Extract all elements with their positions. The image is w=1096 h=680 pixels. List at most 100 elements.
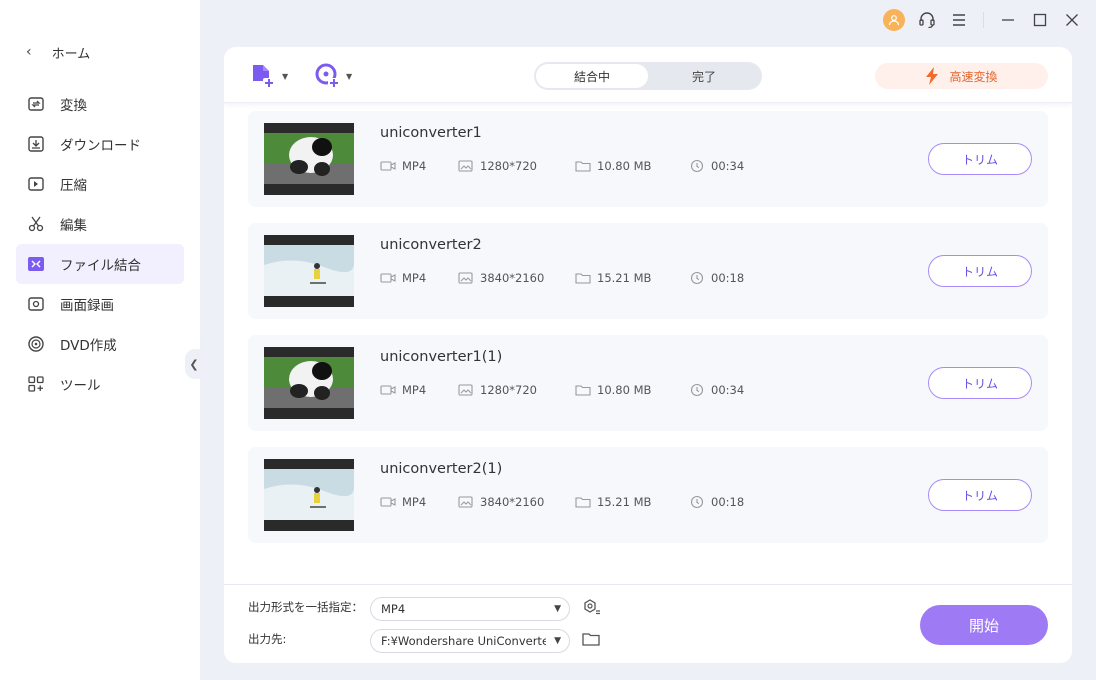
title-separator [983, 12, 984, 28]
video-icon [380, 273, 396, 283]
add-file-button[interactable]: ▼ [250, 63, 288, 89]
panda-thumbnail-image [264, 357, 354, 408]
sidebar-item-tools[interactable]: ツール [16, 364, 184, 404]
sidebar-item-label: ダウンロード [60, 138, 141, 154]
lightning-icon [926, 67, 939, 85]
video-icon [380, 385, 396, 395]
merge-icon [26, 254, 46, 274]
headset-icon[interactable] [917, 10, 937, 30]
sidebar-item-label: 編集 [60, 218, 87, 234]
sidebar: ‹ ホーム 変換 ダウンロード 圧縮 編集 ファイル結合 画面録画 DVD作成 … [0, 0, 200, 680]
start-button[interactable]: 開始 [920, 605, 1048, 645]
file-size: 10.80 MB [575, 383, 651, 397]
snow-thumbnail-image [264, 245, 354, 296]
snow-thumbnail-image [264, 469, 354, 520]
output-destination-select[interactable]: F:¥Wondershare UniConverter 1 ▼ [370, 629, 570, 653]
file-card: uniconverter2 MP4 3840*2160 15.21 MB 00:… [248, 223, 1048, 319]
video-icon [380, 161, 396, 171]
sidebar-item-dvd[interactable]: DVD作成 [16, 324, 184, 364]
output-destination-value: F:¥Wondershare UniConverter 1 [381, 634, 546, 648]
image-icon [458, 496, 473, 508]
chevron-down-icon: ▼ [282, 71, 289, 81]
footer: 出力形式を一括指定： MP4 ▼ 出力先: F:¥Wondershare Uni… [224, 584, 1072, 663]
file-size: 10.80 MB [575, 159, 651, 173]
tools-icon [26, 374, 46, 394]
add-disc-icon [315, 63, 340, 88]
convert-icon [26, 94, 46, 114]
trim-button[interactable]: トリム [928, 367, 1032, 399]
image-icon [458, 384, 473, 396]
clock-icon [690, 383, 704, 397]
tab-completed[interactable]: 完了 [648, 64, 760, 88]
clock-icon [690, 495, 704, 509]
download-icon [26, 134, 46, 154]
tab-merging[interactable]: 結合中 [536, 64, 648, 88]
folder-icon [575, 385, 591, 396]
screen-record-icon [26, 294, 46, 314]
file-resolution: 1280*720 [458, 159, 537, 173]
video-thumbnail[interactable] [264, 459, 354, 531]
sidebar-item-label: 圧縮 [60, 178, 87, 194]
file-duration: 00:34 [689, 159, 744, 173]
image-icon [458, 160, 473, 172]
sidebar-item-compress[interactable]: 圧縮 [16, 164, 184, 204]
minimize-icon[interactable] [998, 10, 1018, 30]
avatar[interactable] [883, 9, 905, 31]
add-file-icon [253, 65, 275, 88]
fast-convert-button[interactable]: 高速変換 [875, 63, 1048, 89]
sidebar-item-convert[interactable]: 変換 [16, 84, 184, 124]
video-thumbnail[interactable] [264, 235, 354, 307]
output-format-select[interactable]: MP4 ▼ [370, 597, 570, 621]
folder-icon [575, 273, 591, 284]
output-format-label: 出力形式を一括指定： [248, 600, 363, 614]
settings-icon[interactable] [582, 598, 602, 622]
title-bar [883, 8, 1082, 32]
file-name: uniconverter2(1) [380, 461, 503, 477]
sidebar-item-label: 画面録画 [60, 298, 114, 314]
maximize-icon[interactable] [1030, 10, 1050, 30]
close-icon[interactable] [1062, 10, 1082, 30]
dvd-icon [26, 334, 46, 354]
sidebar-item-edit[interactable]: 編集 [16, 204, 184, 244]
chevron-down-icon: ▼ [554, 636, 561, 646]
trim-button[interactable]: トリム [928, 479, 1032, 511]
sidebar-item-label: 変換 [60, 98, 87, 114]
video-thumbnail[interactable] [264, 347, 354, 419]
file-card: uniconverter1(1) MP4 1280*720 10.80 MB 0… [248, 335, 1048, 431]
chevron-down-icon: ▼ [346, 71, 353, 81]
home-link[interactable]: ‹ ホーム [26, 40, 90, 64]
add-disc-button[interactable]: ▼ [314, 63, 352, 89]
file-format: MP4 [380, 383, 426, 397]
file-duration: 00:34 [689, 383, 744, 397]
chevron-left-icon: ‹ [26, 44, 32, 60]
sidebar-item-screen-record[interactable]: 画面録画 [16, 284, 184, 324]
file-size: 15.21 MB [575, 271, 651, 285]
fast-convert-label: 高速変換 [949, 69, 998, 84]
file-duration: 00:18 [689, 271, 744, 285]
file-resolution: 3840*2160 [458, 271, 544, 285]
folder-icon [575, 161, 591, 172]
menu-icon[interactable] [949, 10, 969, 30]
file-card: uniconverter2(1) MP4 3840*2160 15.21 MB … [248, 447, 1048, 543]
file-name: uniconverter1 [380, 125, 482, 141]
file-card: uniconverter1 MP4 1280*720 10.80 MB 00:3… [248, 111, 1048, 207]
file-format: MP4 [380, 271, 426, 285]
file-name: uniconverter1(1) [380, 349, 503, 365]
main-panel: ▼ ▼ 結合中 完了 高速変換 uniconverter1 MP4 1280*7… [224, 47, 1072, 663]
sidebar-item-download[interactable]: ダウンロード [16, 124, 184, 164]
scissors-icon [26, 214, 46, 234]
chevron-down-icon: ▼ [554, 604, 561, 614]
compress-icon [26, 174, 46, 194]
file-resolution: 1280*720 [458, 383, 537, 397]
clock-icon [690, 159, 704, 173]
sidebar-collapse-button[interactable]: ❮ [185, 349, 203, 379]
trim-button[interactable]: トリム [928, 143, 1032, 175]
trim-button[interactable]: トリム [928, 255, 1032, 287]
file-format: MP4 [380, 159, 426, 173]
folder-open-icon[interactable] [582, 631, 600, 651]
video-thumbnail[interactable] [264, 123, 354, 195]
sidebar-item-merge[interactable]: ファイル結合 [16, 244, 184, 284]
sidebar-nav: 変換 ダウンロード 圧縮 編集 ファイル結合 画面録画 DVD作成 ツール [16, 84, 184, 404]
file-size: 15.21 MB [575, 495, 651, 509]
chevron-left-icon: ❮ [189, 357, 199, 371]
